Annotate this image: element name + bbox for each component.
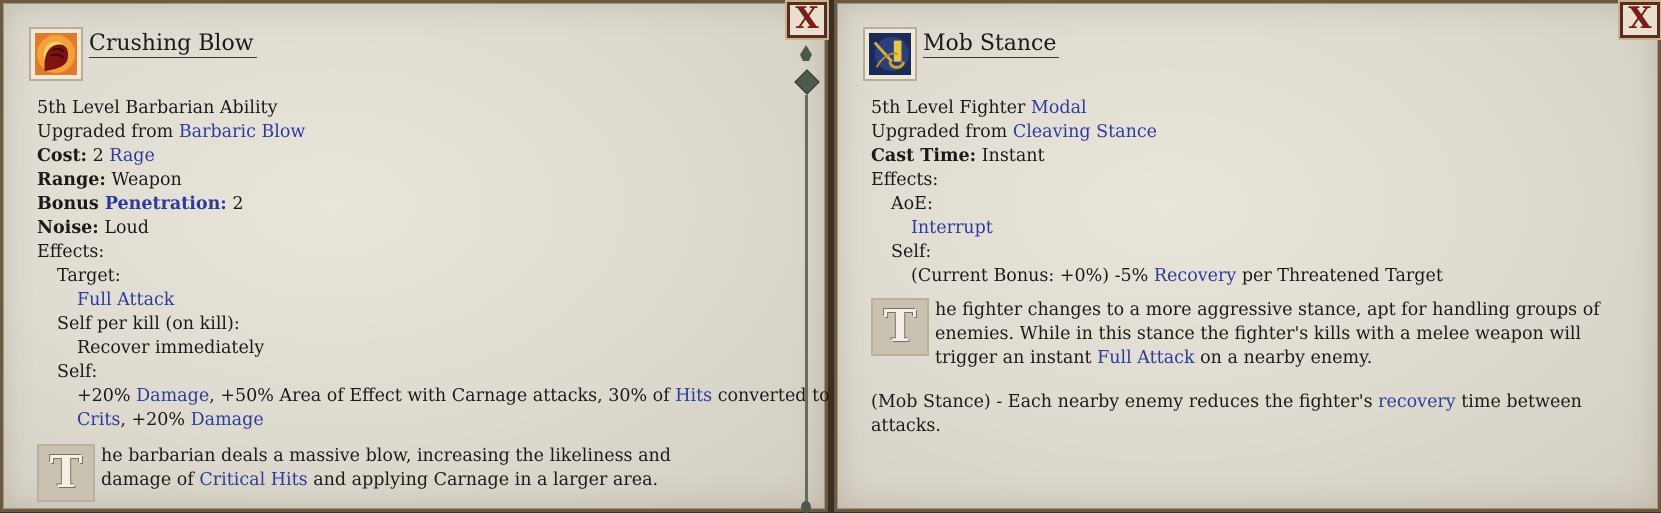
range-line: Range: Weapon [37, 168, 781, 192]
upgraded-label: Upgraded from [871, 122, 1013, 142]
range-label: Range: [37, 170, 106, 190]
damage-link[interactable]: Damage [136, 386, 209, 406]
penetration-link[interactable]: Penetration: [105, 194, 227, 214]
critical-hits-link[interactable]: Critical Hits [199, 470, 307, 490]
ability-header: Crushing Blow [29, 27, 257, 83]
cast-time-label: Cast Time: [871, 146, 977, 166]
effects-label: Effects: [871, 170, 939, 190]
description: T he barbarian deals a massive blow, inc… [37, 444, 781, 502]
range-value: Weapon [105, 170, 182, 190]
effects-label: Effects: [37, 242, 105, 262]
target-label: Target: [57, 266, 121, 286]
crits-link[interactable]: Crits [77, 410, 120, 430]
self-effects-line-2: Crits, +20% Damage [37, 408, 781, 432]
damage-link[interactable]: Damage [191, 410, 264, 430]
bonus-line: Bonus Penetration: 2 [37, 192, 781, 216]
self-effects-line: (Current Bonus: +0%) -5% Recovery per Th… [871, 264, 1614, 288]
scroll-up-ornament[interactable] [800, 45, 812, 61]
recovery-link[interactable]: recovery [1378, 392, 1456, 412]
self-label: Self: [57, 362, 98, 382]
ability-portrait [863, 27, 917, 81]
description-part: on a nearby enemy. [1194, 348, 1373, 368]
upgraded-line: Upgraded from Cleaving Stance [871, 120, 1614, 144]
bonus-value: 2 [226, 194, 244, 214]
upgraded-line: Upgraded from Barbaric Blow [37, 120, 781, 144]
level-line: 5th Level Fighter Modal [871, 96, 1614, 120]
fist-icon [35, 33, 77, 75]
cast-time-value: Instant [976, 146, 1045, 166]
self-per-kill-value: Recover immediately [77, 338, 265, 358]
ability-title: Mob Stance [923, 31, 1060, 58]
noise-label: Noise: [37, 218, 99, 238]
hits-link[interactable]: Hits [675, 386, 712, 406]
close-button[interactable]: X [1620, 2, 1660, 38]
ability-panel-crushing-blow: X Crushing Blow 5th Level Barbarian Abil… [0, 0, 830, 513]
self-effect-text: (Current Bonus: +0%) -5% [911, 266, 1154, 286]
bonus-label: Bonus [37, 194, 105, 214]
self-effect-text: per Threatened Target [1236, 266, 1443, 286]
description-text: he barbarian deals a massive blow, incre… [101, 444, 741, 502]
modal-link[interactable]: Modal [1031, 98, 1087, 118]
noise-line: Noise: Loud [37, 216, 781, 240]
note-text: (Mob Stance) - Each nearby enemy reduces… [871, 392, 1379, 412]
interrupt-link[interactable]: Interrupt [911, 218, 993, 238]
ability-header: Mob Stance [863, 27, 1060, 83]
self-label: Self: [891, 242, 932, 262]
mob-stance-note: (Mob Stance) - Each nearby enemy reduces… [871, 390, 1614, 438]
dropcap-letter: T [49, 447, 83, 498]
scroll-down-ornament[interactable] [801, 501, 811, 513]
full-attack-link[interactable]: Full Attack [77, 290, 174, 310]
scroll-thumb[interactable] [794, 69, 820, 95]
self-effect-text: , +20% [120, 410, 191, 430]
description-text: he fighter changes to a more aggressive … [935, 298, 1614, 370]
cast-time-line: Cast Time: Instant [871, 144, 1614, 168]
cost-value: 2 [87, 146, 110, 166]
cost-line: Cost: 2 Rage [37, 144, 781, 168]
upgraded-label: Upgraded from [37, 122, 179, 142]
close-button[interactable]: X [787, 2, 827, 38]
description: T he fighter changes to a more aggressiv… [871, 298, 1614, 370]
self-effect-text: +20% [77, 386, 137, 406]
recovery-link[interactable]: Recovery [1154, 266, 1236, 286]
level-text: 5th Level Fighter [871, 98, 1031, 118]
ability-details: 5th Level Fighter Modal Upgraded from Cl… [871, 96, 1614, 438]
ability-portrait [29, 27, 83, 81]
description-part: and applying Carnage in a larger area. [307, 470, 659, 490]
scrollbar[interactable] [794, 43, 820, 513]
level-line: 5th Level Barbarian Ability [37, 98, 278, 118]
aoe-label: AoE: [891, 194, 933, 214]
ability-details: 5th Level Barbarian Ability Upgraded fro… [37, 96, 830, 502]
self-per-kill-label: Self per kill (on kill): [57, 314, 240, 334]
full-attack-link[interactable]: Full Attack [1097, 348, 1194, 368]
dropcap-letter: T [883, 301, 917, 352]
dropcap-ornament: T [871, 298, 929, 356]
barbaric-blow-link[interactable]: Barbaric Blow [179, 122, 306, 142]
ability-title: Crushing Blow [89, 31, 257, 58]
cost-label: Cost: [37, 146, 87, 166]
rage-link[interactable]: Rage [109, 146, 155, 166]
sword-stance-icon [869, 33, 911, 75]
self-effect-text: , +50% Area of Effect with Carnage attac… [209, 386, 676, 406]
self-effects-line-1: +20% Damage, +50% Area of Effect with Ca… [37, 384, 830, 408]
cleaving-stance-link[interactable]: Cleaving Stance [1013, 122, 1157, 142]
scroll-track[interactable] [805, 95, 808, 505]
ability-panel-mob-stance: X Mob Stance 5th Level Fighter Modal Upg… [834, 0, 1661, 512]
self-effect-text: converted to [712, 386, 830, 406]
dropcap-ornament: T [37, 444, 95, 502]
noise-value: Loud [98, 218, 149, 238]
